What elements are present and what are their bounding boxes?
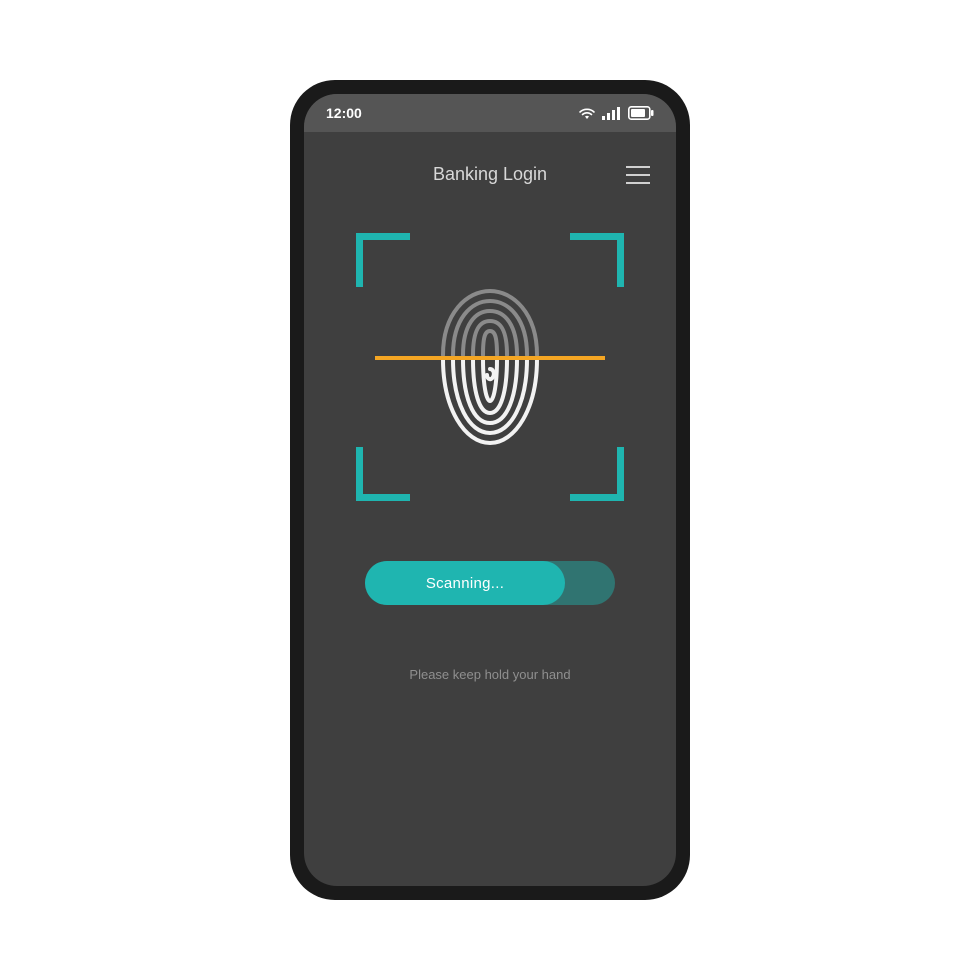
phone-screen: 12:00	[304, 94, 676, 886]
signal-icon	[602, 106, 622, 120]
page-title: Banking Login	[433, 164, 547, 185]
menu-button[interactable]	[626, 166, 650, 184]
wifi-icon	[578, 106, 596, 120]
scanning-button[interactable]: Scanning...	[365, 561, 565, 605]
menu-icon	[626, 166, 650, 168]
app-header: Banking Login	[304, 132, 676, 205]
hint-text: Please keep hold your hand	[304, 667, 676, 682]
scan-frame-corner	[356, 447, 410, 501]
fingerprint-scan-area[interactable]	[356, 233, 624, 501]
scan-line	[375, 356, 605, 360]
scanning-progress-track: Scanning...	[365, 561, 615, 605]
phone-frame: 12:00	[290, 80, 690, 900]
scanning-label: Scanning...	[426, 575, 504, 592]
scan-frame-corner	[570, 447, 624, 501]
status-right	[578, 106, 654, 120]
scan-frame-corner	[570, 233, 624, 287]
status-time: 12:00	[326, 105, 362, 121]
battery-icon	[628, 106, 654, 120]
status-bar: 12:00	[304, 94, 676, 132]
scan-frame-corner	[356, 233, 410, 287]
fingerprint-icon	[415, 277, 565, 457]
